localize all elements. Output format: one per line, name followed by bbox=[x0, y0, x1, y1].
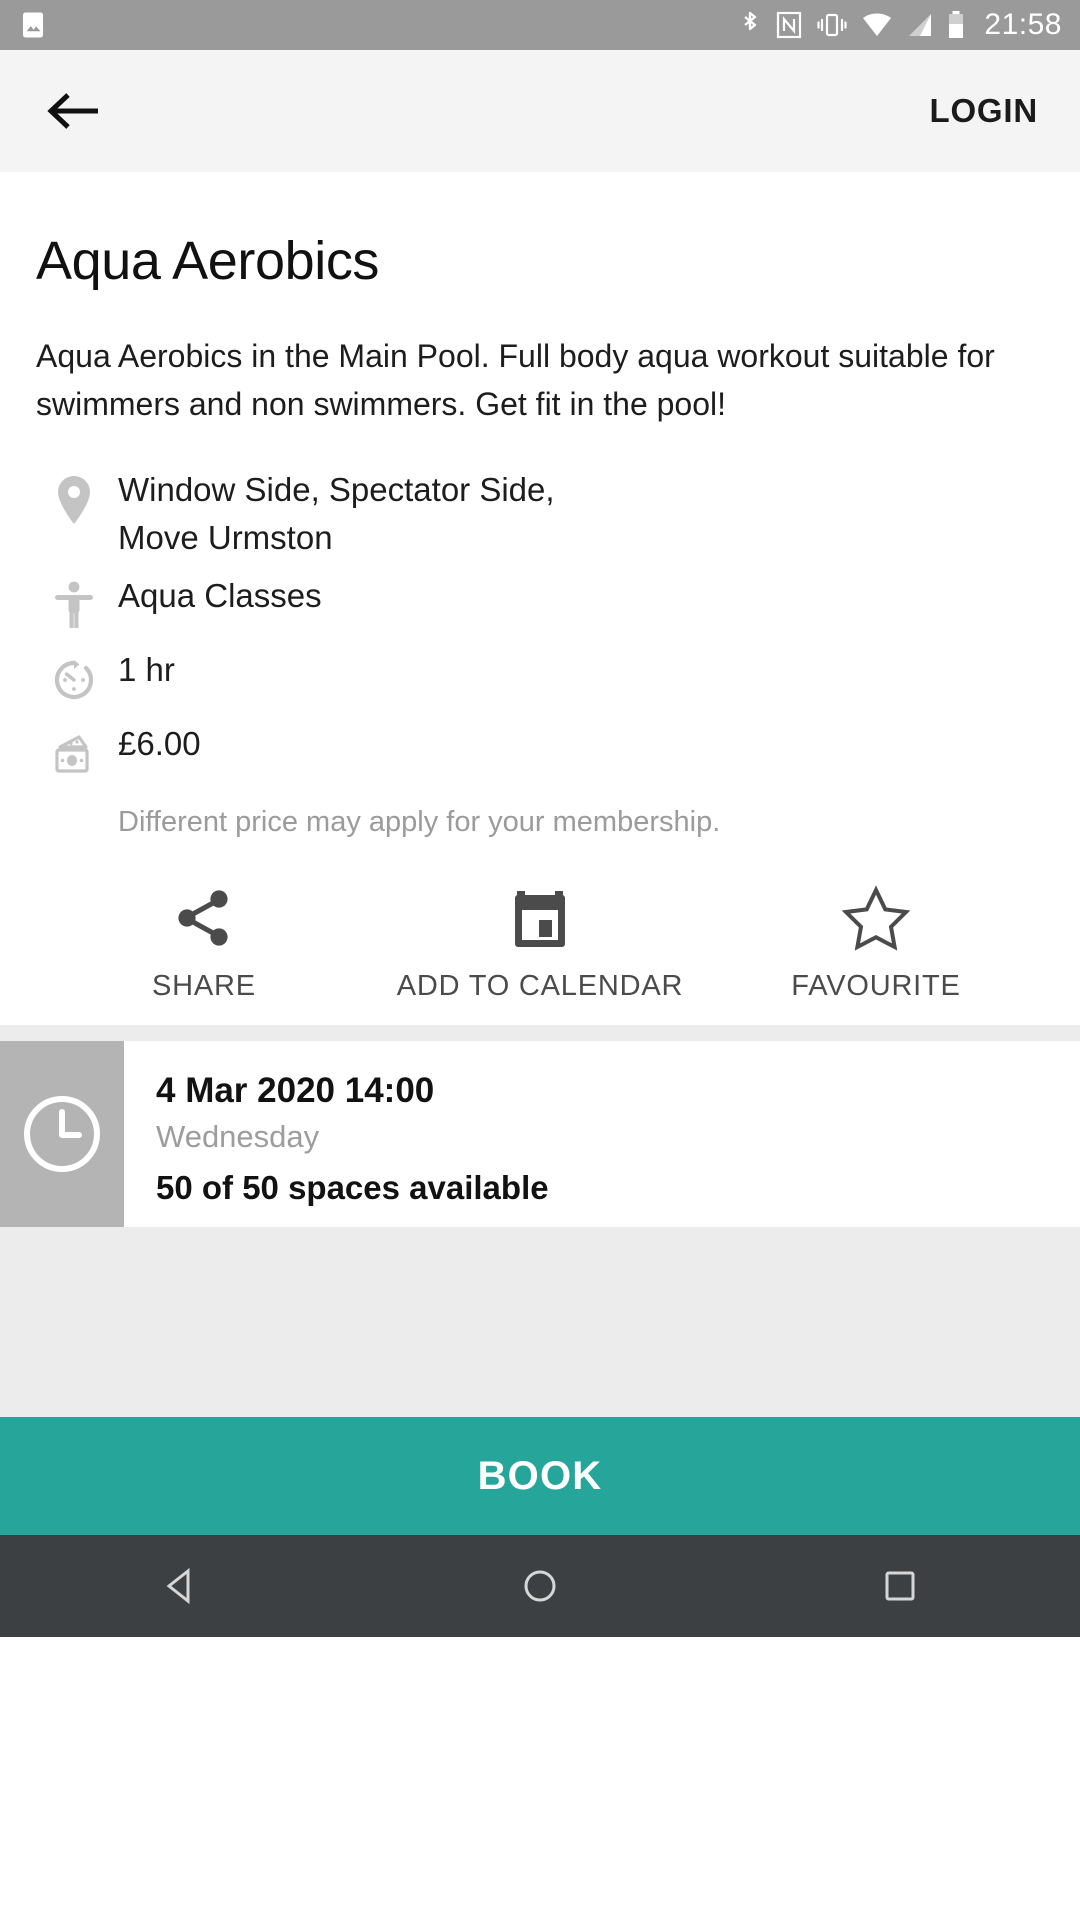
photo-icon bbox=[23, 12, 43, 38]
back-button[interactable] bbox=[42, 80, 104, 142]
status-bar-right: 21:58 bbox=[738, 8, 1062, 42]
favourite-button[interactable]: FAVOURITE bbox=[708, 884, 1044, 1003]
status-bar-left bbox=[18, 10, 48, 40]
accessibility-person-icon bbox=[36, 572, 112, 636]
price-note: Different price may apply for your membe… bbox=[118, 806, 721, 838]
arrow-back-icon bbox=[47, 93, 98, 129]
action-bar: SHARE ADD TO CALENDAR FAVOURITE bbox=[36, 842, 1044, 1025]
session-info: 4 Mar 2020 14:00 Wednesday 50 of 50 spac… bbox=[124, 1041, 549, 1227]
signal-icon bbox=[909, 14, 932, 36]
nav-home-circle-icon bbox=[524, 1570, 556, 1602]
page-title: Aqua Aerobics bbox=[36, 231, 380, 291]
info-text-price: £6.00 bbox=[118, 725, 201, 762]
status-bar: 21:58 bbox=[0, 0, 1080, 50]
calendar-icon bbox=[510, 884, 570, 952]
login-button[interactable]: LOGIN bbox=[930, 92, 1039, 130]
favourite-label: FAVOURITE bbox=[791, 970, 961, 1002]
session-thumbnail bbox=[0, 1041, 124, 1227]
status-time: 21:58 bbox=[984, 8, 1062, 41]
nav-back-triangle-icon bbox=[166, 1567, 190, 1605]
wifi-icon bbox=[863, 13, 892, 36]
info-row-location: Window Side, Spectator Side, Move Urmsto… bbox=[36, 460, 1044, 566]
android-nav-bar bbox=[0, 1535, 1080, 1637]
nav-home-button[interactable] bbox=[470, 1565, 610, 1607]
star-outline-icon bbox=[841, 884, 911, 952]
clock-icon bbox=[24, 1096, 100, 1172]
bluetooth-icon bbox=[744, 11, 757, 31]
session-card[interactable]: 4 Mar 2020 14:00 Wednesday 50 of 50 spac… bbox=[0, 1041, 1080, 1227]
vibrate-icon bbox=[817, 13, 848, 37]
nav-back-button[interactable] bbox=[110, 1565, 250, 1607]
activity-detail: Aqua Aerobics Aqua Aerobics in the Main … bbox=[0, 172, 1080, 1025]
info-text-location: Window Side, Spectator Side, Move Urmsto… bbox=[118, 471, 555, 556]
share-button[interactable]: SHARE bbox=[36, 884, 372, 1003]
info-row-duration: 1 hr bbox=[36, 640, 1044, 714]
add-to-calendar-label: ADD TO CALENDAR bbox=[396, 970, 684, 1002]
info-row-category: Aqua Classes bbox=[36, 566, 1044, 640]
session-day: Wednesday bbox=[156, 1119, 320, 1154]
info-row-price: £6.00 bbox=[36, 714, 1044, 788]
money-icon bbox=[36, 720, 112, 784]
share-icon bbox=[171, 884, 237, 952]
add-to-calendar-button[interactable]: ADD TO CALENDAR bbox=[372, 884, 708, 1003]
session-date: 4 Mar 2020 14:00 bbox=[156, 1071, 435, 1110]
info-text-duration: 1 hr bbox=[118, 651, 175, 688]
timer-icon bbox=[36, 646, 112, 710]
nav-recents-square-icon bbox=[885, 1571, 915, 1601]
nav-recents-button[interactable] bbox=[830, 1565, 970, 1607]
share-label: SHARE bbox=[152, 970, 256, 1002]
info-list: Window Side, Spectator Side, Move Urmsto… bbox=[36, 428, 1044, 842]
book-button[interactable]: BOOK bbox=[0, 1417, 1080, 1535]
activity-description: Aqua Aerobics in the Main Pool. Full bod… bbox=[36, 338, 995, 422]
session-list: 4 Mar 2020 14:00 Wednesday 50 of 50 spac… bbox=[0, 1025, 1080, 1417]
battery-icon bbox=[949, 11, 964, 38]
app-bar: LOGIN bbox=[0, 50, 1080, 172]
nfc-icon bbox=[777, 11, 802, 39]
session-spaces: 50 of 50 spaces available bbox=[156, 1169, 549, 1206]
location-pin-icon bbox=[36, 466, 112, 530]
session-list-empty-area bbox=[0, 1227, 1080, 1417]
book-button-label: BOOK bbox=[477, 1453, 603, 1498]
info-text-category: Aqua Classes bbox=[118, 577, 322, 614]
